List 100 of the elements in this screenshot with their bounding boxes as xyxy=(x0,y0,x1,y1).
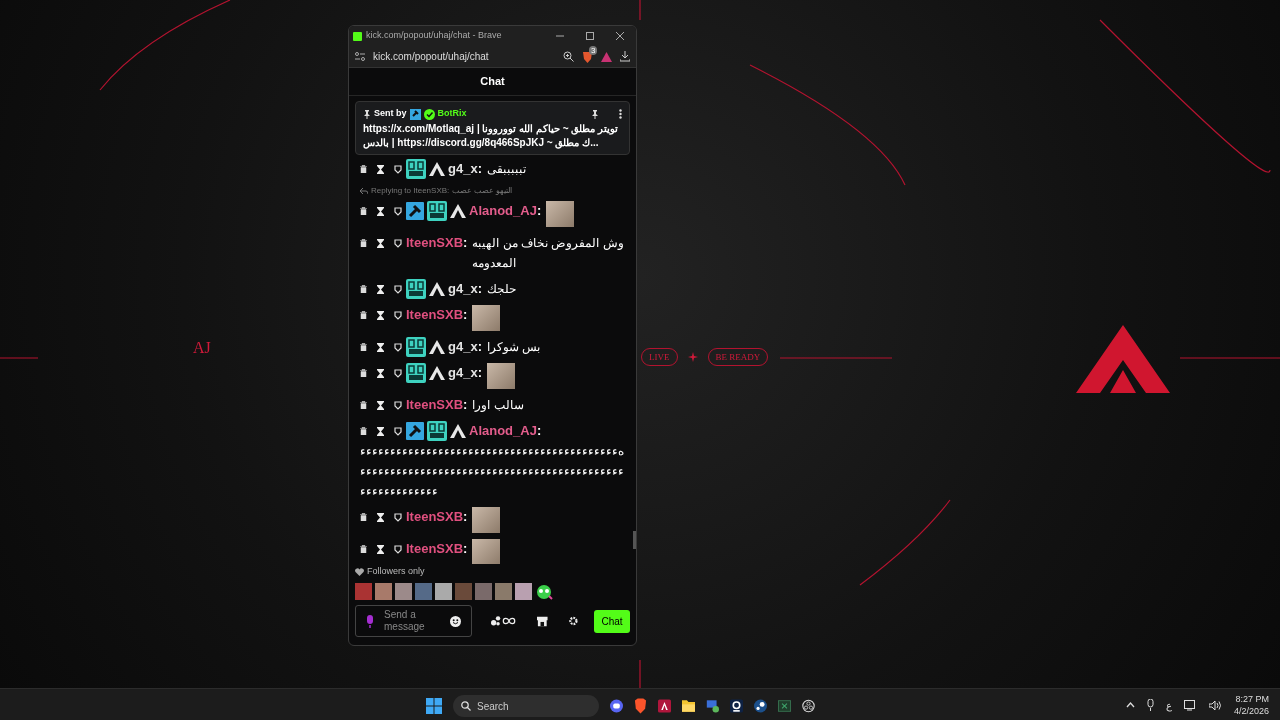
download-icon[interactable] xyxy=(620,51,630,62)
username[interactable]: g4_x xyxy=(448,363,478,383)
zoom-icon[interactable] xyxy=(563,51,574,62)
delete-icon[interactable] xyxy=(360,207,367,215)
clock-date[interactable]: 4/2/2026 xyxy=(1234,705,1270,717)
delete-icon[interactable] xyxy=(360,343,367,351)
settings-icon[interactable] xyxy=(569,616,578,626)
chevron-badge-icon xyxy=(429,162,445,176)
hourglass-icon[interactable] xyxy=(377,342,384,352)
site-icon xyxy=(353,31,362,41)
hourglass-icon[interactable] xyxy=(377,426,384,436)
emote-image[interactable] xyxy=(435,582,452,600)
og-badge-icon xyxy=(427,201,447,221)
lion-shield-app-icon[interactable] xyxy=(634,698,647,714)
more-options-icon[interactable] xyxy=(619,109,622,119)
scrollbar-thumb[interactable] xyxy=(633,531,636,549)
chevron-badge-icon xyxy=(429,366,445,380)
triangle-icon[interactable] xyxy=(601,51,612,62)
shield-icon[interactable] xyxy=(394,206,402,216)
delete-icon[interactable] xyxy=(360,311,367,319)
shield-count: 3 xyxy=(589,45,598,55)
search-icon xyxy=(461,701,471,711)
delete-icon[interactable] xyxy=(360,545,367,553)
emote-image[interactable] xyxy=(495,582,512,600)
shield-icon[interactable] xyxy=(394,400,402,410)
letter-app-icon[interactable] xyxy=(658,698,671,714)
emote-image[interactable] xyxy=(375,582,392,600)
username[interactable]: Alanod_AJ xyxy=(469,421,537,441)
username[interactable]: g4_x xyxy=(448,279,478,299)
delete-icon[interactable] xyxy=(360,513,367,521)
name-colon: : xyxy=(463,508,468,526)
delete-icon[interactable] xyxy=(360,369,367,377)
shield-icon[interactable] xyxy=(394,238,402,248)
chevron-up-icon[interactable] xyxy=(1126,702,1135,708)
shield-icon[interactable] xyxy=(394,512,402,522)
hourglass-icon[interactable] xyxy=(377,164,384,174)
hourglass-icon[interactable] xyxy=(377,238,384,248)
hourglass-icon[interactable] xyxy=(377,368,384,378)
delete-icon[interactable] xyxy=(360,285,367,293)
hourglass-icon[interactable] xyxy=(377,310,384,320)
site-settings-icon[interactable] xyxy=(355,52,365,61)
start-icon[interactable] xyxy=(426,698,442,714)
message-text: سالب اورا xyxy=(472,397,525,414)
og-badge-icon xyxy=(427,421,447,441)
delete-icon[interactable] xyxy=(360,165,367,173)
shield-icon[interactable] xyxy=(394,164,402,174)
maximize-icon[interactable] xyxy=(586,32,594,40)
shield-icon[interactable] xyxy=(394,342,402,352)
minimize-icon[interactable] xyxy=(556,32,564,40)
clock-time[interactable]: 8:27 PM xyxy=(1235,693,1270,705)
message-text: بس شوكرا xyxy=(487,339,542,356)
bot-name[interactable]: BotRix xyxy=(437,107,467,121)
name-colon: : xyxy=(477,280,482,298)
store-icon[interactable] xyxy=(537,615,548,627)
shield-icon[interactable] xyxy=(394,284,402,294)
shield-icon[interactable] xyxy=(394,544,402,554)
username[interactable]: g4_x xyxy=(448,159,478,179)
steam-app-icon[interactable] xyxy=(754,698,767,714)
username[interactable]: Alanod_AJ xyxy=(469,201,537,221)
search-field[interactable]: Search xyxy=(453,695,599,717)
send-button[interactable]: Chat xyxy=(593,609,630,633)
shield-icon[interactable] xyxy=(394,368,402,378)
language-indicator[interactable]: ع xyxy=(1166,697,1172,713)
message-text: هءءءءءءءءءءءءءءءءءءءءءءءءءءءءءءءءءءءءءءءءءءءءءءءءءءءءءءءءءءءءءءءءءءءءءءءءءءءءءءءءءءءءءءءءءءءءءءءءءءءء xyxy=(360,443,625,500)
speaker-icon[interactable] xyxy=(1209,699,1222,711)
shield-icon[interactable] xyxy=(394,310,402,320)
hourglass-icon[interactable] xyxy=(377,544,384,554)
webcam-app-icon[interactable] xyxy=(730,698,743,714)
monitor-icon[interactable] xyxy=(1184,699,1197,711)
spreadsheet-app-icon[interactable] xyxy=(778,699,791,713)
hourglass-icon[interactable] xyxy=(377,400,384,410)
og-badge-icon xyxy=(406,279,426,299)
username[interactable]: g4_x xyxy=(448,337,478,357)
emote-image xyxy=(546,201,575,227)
smiley-icon[interactable] xyxy=(449,615,461,627)
pin-icon[interactable] xyxy=(591,109,599,119)
chat-bubble-app-icon[interactable] xyxy=(610,698,623,714)
emote-image[interactable] xyxy=(475,582,492,600)
folder-icon[interactable] xyxy=(682,699,695,713)
computer-app-icon[interactable] xyxy=(706,698,719,714)
delete-icon[interactable] xyxy=(360,401,367,409)
emote-image xyxy=(472,507,501,533)
hourglass-icon[interactable] xyxy=(377,284,384,294)
emote-image[interactable] xyxy=(395,582,412,600)
delete-icon[interactable] xyxy=(360,427,367,435)
record-app-icon[interactable] xyxy=(802,698,815,714)
delete-icon[interactable] xyxy=(360,239,367,247)
reply-text[interactable]: Replying to IteenSXB: التيهو عصب عصب xyxy=(371,185,512,197)
emote-icon[interactable] xyxy=(535,582,553,600)
address-field[interactable]: kick.com/popout/uhaj/chat xyxy=(373,49,555,64)
close-icon[interactable] xyxy=(616,32,624,40)
hourglass-icon[interactable] xyxy=(377,206,384,216)
message-input[interactable]: Send a message xyxy=(355,605,472,637)
hourglass-icon[interactable] xyxy=(377,512,384,522)
emote-image[interactable] xyxy=(515,582,532,600)
points-icon[interactable] xyxy=(491,615,517,627)
emote-image[interactable] xyxy=(415,582,432,600)
pin-icon xyxy=(363,109,371,119)
shield-icon[interactable] xyxy=(394,426,402,436)
microphone-icon[interactable] xyxy=(1147,699,1154,711)
